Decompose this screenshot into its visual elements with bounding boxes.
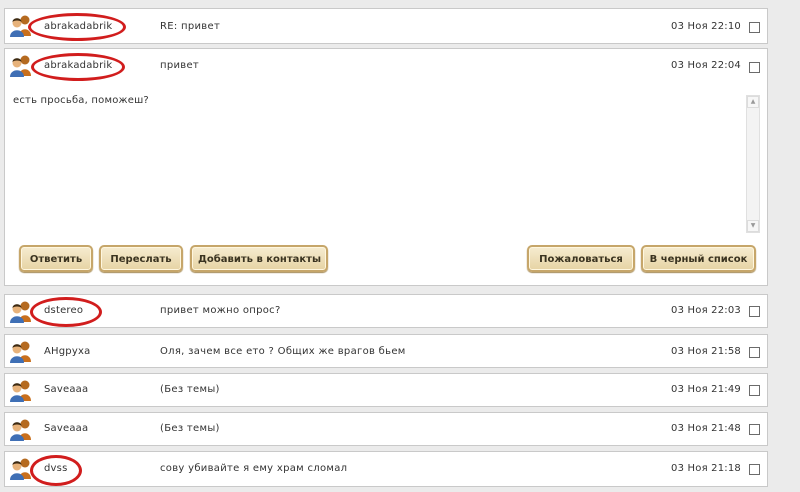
message-row[interactable]: abrakadabrik RE: привет 03 Ноя 22:10	[4, 8, 768, 44]
message-select-checkbox[interactable]	[749, 306, 760, 317]
message-select-checkbox[interactable]	[749, 464, 760, 475]
message-select-checkbox[interactable]	[749, 347, 760, 358]
message-date: 03 Ноя 21:58	[671, 346, 741, 357]
user-avatar-icon	[8, 340, 34, 364]
user-avatar-icon	[8, 54, 34, 78]
message-subject[interactable]: привет можно опрос?	[160, 305, 281, 316]
message-select-checkbox[interactable]	[749, 385, 760, 396]
add-contact-button[interactable]: Добавить в контакты	[190, 245, 328, 272]
message-scrollbar[interactable]: ▲ ▼	[746, 95, 760, 233]
message-select-checkbox[interactable]	[749, 424, 760, 435]
message-sender[interactable]: AHgpyxa	[44, 346, 90, 357]
message-select-checkbox[interactable]	[749, 22, 760, 33]
user-avatar-icon	[8, 300, 34, 324]
message-body: есть просьба, поможеш?	[13, 95, 149, 106]
scroll-up-icon[interactable]: ▲	[747, 96, 759, 108]
message-row[interactable]: dstereo привет можно опрос? 03 Ноя 22:03	[4, 294, 768, 328]
message-row[interactable]: Saveaaa (Без темы) 03 Ноя 21:48	[4, 412, 768, 446]
message-sender[interactable]: abrakadabrik	[44, 60, 112, 71]
message-date: 03 Ноя 21:18	[671, 463, 741, 474]
message-sender[interactable]: Saveaaa	[44, 384, 88, 395]
message-date: 03 Ноя 21:48	[671, 423, 741, 434]
user-avatar-icon	[8, 418, 34, 442]
message-subject: привет	[160, 60, 200, 71]
scroll-down-icon[interactable]: ▼	[747, 220, 759, 232]
message-subject[interactable]: RE: привет	[160, 21, 220, 32]
message-sender[interactable]: dvss	[44, 463, 68, 474]
message-select-checkbox[interactable]	[749, 62, 760, 73]
message-date: 03 Ноя 22:03	[671, 305, 741, 316]
message-subject[interactable]: Оля, зачем все ето ? Общих же врагов бье…	[160, 346, 406, 357]
message-date: 03 Ноя 21:49	[671, 384, 741, 395]
user-avatar-icon	[8, 457, 34, 481]
message-sender[interactable]: abrakadabrik	[44, 21, 112, 32]
message-subject[interactable]: (Без темы)	[160, 423, 220, 434]
message-date: 03 Ноя 22:04	[671, 60, 741, 71]
message-row[interactable]: Saveaaa (Без темы) 03 Ноя 21:49	[4, 373, 768, 407]
user-avatar-icon	[8, 379, 34, 403]
message-sender[interactable]: Saveaaa	[44, 423, 88, 434]
message-subject[interactable]: сову убивайте я ему храм сломал	[160, 463, 347, 474]
message-date: 03 Ноя 22:10	[671, 21, 741, 32]
blacklist-button[interactable]: В черный список	[641, 245, 756, 272]
complain-button[interactable]: Пожаловаться	[527, 245, 635, 272]
message-subject[interactable]: (Без темы)	[160, 384, 220, 395]
message-row[interactable]: AHgpyxa Оля, зачем все ето ? Общих же вр…	[4, 334, 768, 368]
user-avatar-icon	[8, 14, 34, 38]
forward-button[interactable]: Переслать	[99, 245, 183, 272]
reply-button[interactable]: Ответить	[19, 245, 93, 272]
message-expanded: abrakadabrik привет 03 Ноя 22:04 есть пр…	[4, 48, 768, 286]
message-sender[interactable]: dstereo	[44, 305, 83, 316]
message-row[interactable]: dvss сову убивайте я ему храм сломал 03 …	[4, 451, 768, 487]
